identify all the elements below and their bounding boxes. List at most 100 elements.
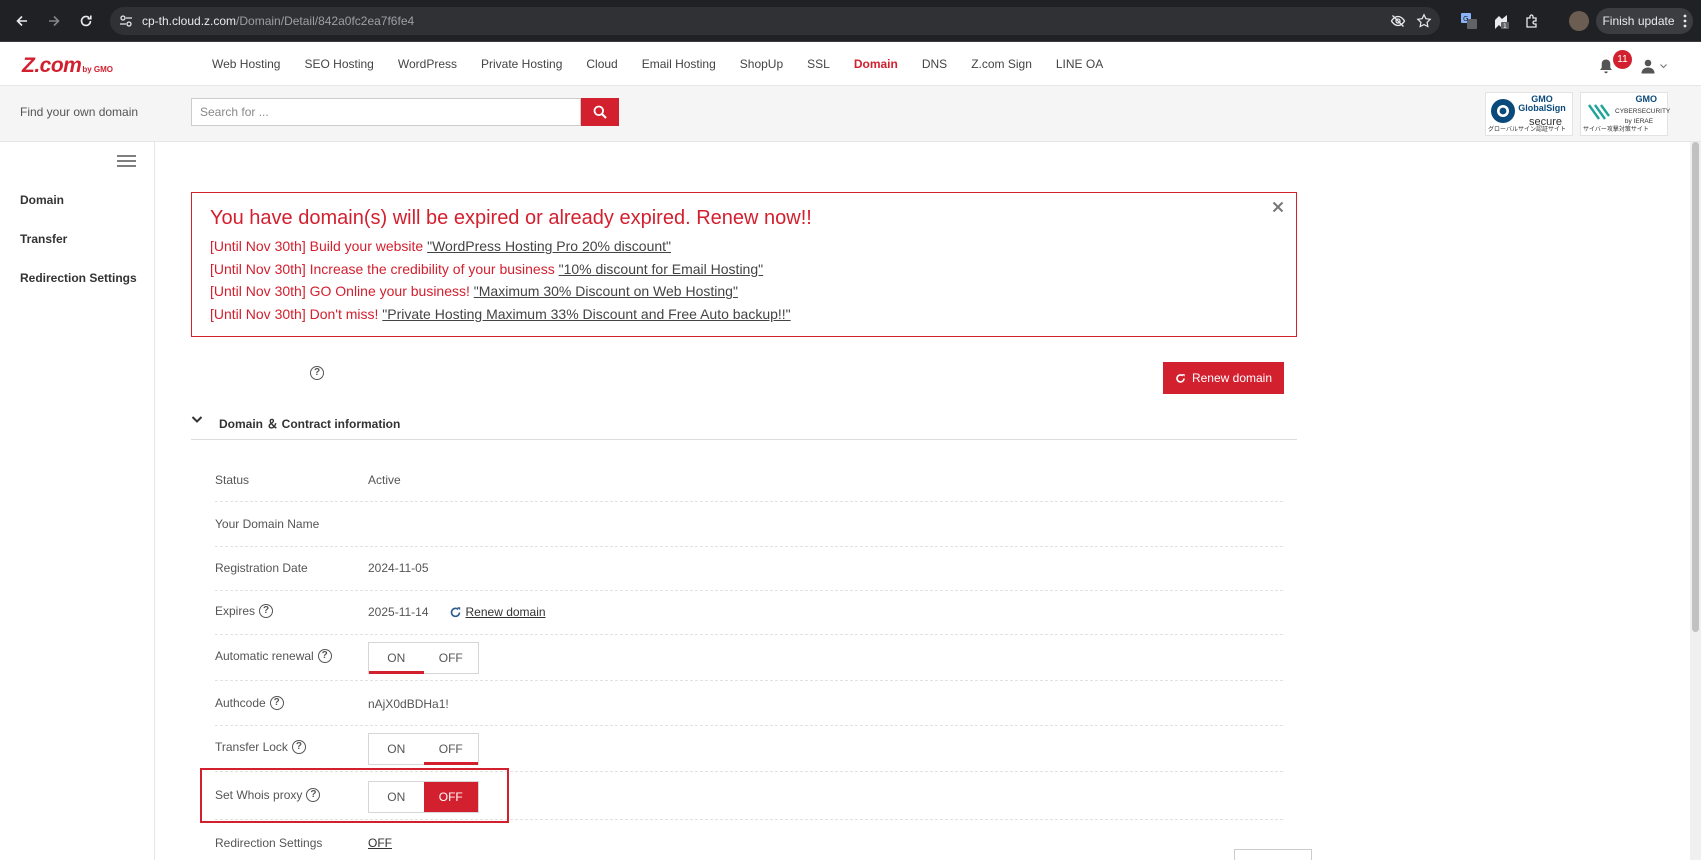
url-text: cp-th.cloud.z.com/Domain/Detail/842a0fc2…	[142, 14, 414, 28]
domain-name-label: Your Domain Name	[215, 517, 320, 531]
globalsign-eye-icon	[1491, 99, 1515, 123]
globalsign-seal[interactable]: GMO GlobalSign secure グローバルサイン認証サイト	[1485, 92, 1573, 136]
renew-icon	[449, 606, 462, 619]
transfer-lock-on-option[interactable]: ON	[369, 734, 424, 764]
inline-renew: Renew domain	[449, 605, 546, 619]
chevron-down-icon[interactable]	[191, 415, 203, 424]
expiry-alert: You have domain(s) will be expired or al…	[191, 192, 1297, 337]
nav-email-hosting[interactable]: Email Hosting	[642, 57, 716, 71]
registration-label: Registration Date	[215, 561, 308, 575]
back-icon[interactable]	[12, 11, 32, 31]
partial-button[interactable]	[1234, 849, 1312, 860]
authcode-label-group: Authcode ?	[215, 696, 284, 710]
help-icon[interactable]: ?	[269, 696, 284, 710]
transfer-lock-off-option[interactable]: OFF	[423, 734, 479, 765]
sidebar-item-domain[interactable]: Domain	[20, 193, 64, 207]
sidebar-item-redirection-settings[interactable]: Redirection Settings	[20, 271, 137, 285]
user-menu[interactable]	[1640, 58, 1667, 74]
expires-label-group: Expires ?	[215, 604, 274, 618]
redirection-off-link[interactable]: OFF	[368, 836, 392, 850]
auto-renewal-off-option[interactable]: OFF	[424, 643, 479, 673]
auto-renewal-toggle[interactable]: ON OFF	[368, 642, 479, 674]
puzzle-extensions-icon[interactable]	[1522, 11, 1542, 31]
svg-text:G: G	[1463, 15, 1468, 23]
section-title: Domain ＆ Contract information	[219, 417, 401, 431]
notification-bell-icon[interactable]	[1598, 58, 1614, 75]
highlight-frame	[200, 768, 509, 823]
domain-search-input[interactable]	[191, 98, 581, 126]
reload-icon[interactable]	[76, 11, 96, 31]
more-vert-icon[interactable]	[1683, 14, 1687, 28]
alert-line: [Until Nov 30th] Don't miss! "Private Ho…	[210, 303, 1278, 326]
search-label: Find your own domain	[20, 105, 139, 119]
help-icon[interactable]: ?	[291, 740, 306, 754]
row-registration-date: Registration Date 2024-11-05	[215, 547, 1283, 591]
help-icon[interactable]: ?	[310, 366, 324, 380]
promo-link-private-hosting[interactable]: "Private Hosting Maximum 33% Discount an…	[382, 306, 790, 322]
nav-zcom-sign[interactable]: Z.com Sign	[971, 57, 1032, 71]
alert-line-text: [Until Nov 30th] Increase the credibilit…	[210, 260, 559, 277]
nav-shopup[interactable]: ShopUp	[740, 57, 783, 71]
promo-link-wordpress[interactable]: "WordPress Hosting Pro 20% discount"	[427, 238, 671, 254]
ierae-stripes-icon	[1588, 104, 1610, 120]
sidebar-item-transfer[interactable]: Transfer	[20, 232, 67, 246]
transfer-lock-toggle[interactable]: ON OFF	[368, 733, 479, 765]
globalsign-small: グローバルサイン認証サイト	[1488, 127, 1566, 133]
alert-line-text: [Until Nov 30th] Don't miss!	[210, 305, 383, 322]
finish-update-button[interactable]: Finish update	[1596, 8, 1693, 34]
ierae-seal[interactable]: GMO CYBERSECURITY by IERAE サイバー攻撃対策サイト	[1580, 92, 1670, 136]
nav-private-hosting[interactable]: Private Hosting	[481, 57, 562, 71]
nav-dns[interactable]: DNS	[922, 57, 947, 71]
nav-web-hosting[interactable]: Web Hosting	[212, 57, 280, 71]
user-icon	[1640, 58, 1656, 74]
globalsign-brand: GMO GlobalSign	[1518, 94, 1566, 114]
auto-renewal-on-option[interactable]: ON	[369, 643, 424, 674]
profile-avatar-icon[interactable]	[1569, 11, 1589, 31]
scrollbar-thumb[interactable]	[1692, 142, 1699, 632]
renew-domain-label: Renew domain	[1191, 371, 1273, 385]
site-settings-icon[interactable]	[118, 13, 134, 29]
status-label: Status	[215, 473, 250, 487]
expires-value-group: 2025-11-14 Renew domain	[368, 605, 546, 619]
eye-off-icon[interactable]	[1388, 11, 1408, 31]
translate-icon[interactable]: G	[1459, 11, 1479, 31]
alert-line: [Until Nov 30th] Increase the credibilit…	[210, 258, 1278, 281]
promo-link-email-hosting[interactable]: "10% discount for Email Hosting"	[559, 261, 763, 277]
row-authcode: Authcode ? nAjX0dBDHa1!	[215, 681, 1283, 726]
row-automatic-renewal: Automatic renewal ? ON OFF	[215, 635, 1283, 681]
nav-seo-hosting[interactable]: SEO Hosting	[304, 57, 373, 71]
promo-link-web-hosting[interactable]: "Maximum 30% Discount on Web Hosting"	[474, 283, 738, 299]
expires-label: Expires	[215, 604, 256, 618]
url-host: cp-th.cloud.z.com	[142, 14, 237, 28]
help-icon[interactable]: ?	[259, 604, 274, 618]
renew-icon	[1175, 373, 1186, 384]
alert-title: You have domain(s) will be expired or al…	[210, 207, 812, 229]
authcode-value: nAjX0dBDHa1!	[368, 697, 449, 711]
nav-line-oa[interactable]: LINE OA	[1056, 57, 1103, 71]
close-icon[interactable]	[1272, 201, 1284, 213]
alert-line: [Until Nov 30th] GO Online your business…	[210, 280, 1278, 303]
extension-icon[interactable]: 1	[1491, 11, 1511, 31]
chevron-down-icon	[1660, 63, 1667, 69]
forward-icon[interactable]	[44, 11, 64, 31]
redirection-label: Redirection Settings	[215, 836, 323, 850]
renew-domain-button[interactable]: Renew domain	[1163, 362, 1284, 394]
notification-badge: 11	[1613, 50, 1632, 69]
nav-domain[interactable]: Domain	[854, 57, 898, 71]
browser-toolbar: cp-th.cloud.z.com/Domain/Detail/842a0fc2…	[0, 0, 1701, 42]
nav-cloud[interactable]: Cloud	[586, 57, 617, 71]
zcom-logo[interactable]: Z.com by GMO	[22, 54, 113, 78]
hamburger-menu-icon[interactable]	[117, 154, 136, 168]
help-icon[interactable]: ?	[317, 649, 332, 663]
transfer-lock-label: Transfer Lock	[215, 740, 288, 754]
bookmark-star-icon[interactable]	[1414, 11, 1434, 31]
page-scrollbar[interactable]	[1690, 142, 1701, 860]
address-bar[interactable]: cp-th.cloud.z.com/Domain/Detail/842a0fc2…	[110, 7, 1440, 35]
renew-domain-link[interactable]: Renew domain	[466, 605, 546, 619]
nav-wordpress[interactable]: WordPress	[398, 57, 457, 71]
logo-main: Z.com	[22, 54, 82, 77]
nav-ssl[interactable]: SSL	[807, 57, 830, 71]
alert-line: [Until Nov 30th] Build your website "Wor…	[210, 235, 1278, 258]
search-button[interactable]	[581, 98, 619, 126]
domain-contract-section-header[interactable]: Domain ＆ Contract information	[191, 412, 1297, 440]
